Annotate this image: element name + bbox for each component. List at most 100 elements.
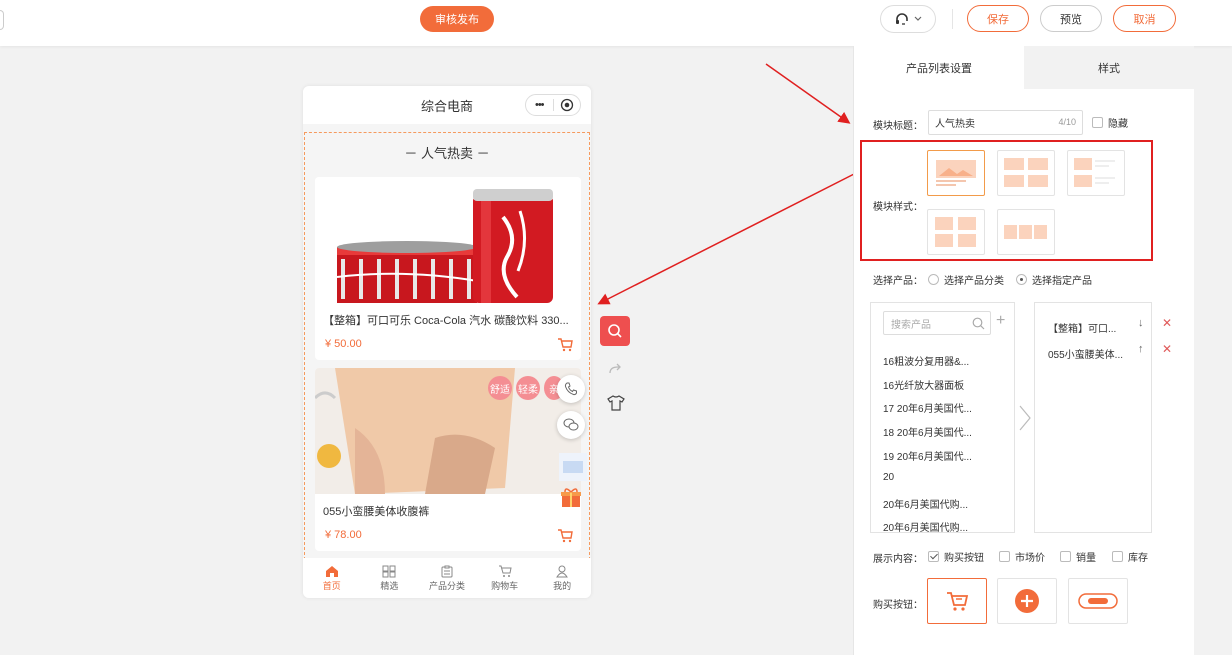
- radio-select-category[interactable]: 选择产品分类: [928, 272, 1004, 287]
- add-icon[interactable]: +: [996, 311, 1005, 331]
- display-option-market-price[interactable]: 市场价: [999, 549, 1045, 564]
- tab-product-list-settings[interactable]: 产品列表设置: [854, 46, 1024, 89]
- style-option-single[interactable]: [927, 150, 985, 196]
- module-title-label: 模块标题：: [873, 121, 923, 132]
- style-option-triple[interactable]: [997, 209, 1055, 255]
- hide-checkbox-box[interactable]: [1092, 117, 1103, 128]
- tab-mine[interactable]: 我的: [533, 558, 591, 598]
- tab-label: 首页: [322, 580, 341, 591]
- headset-icon: [896, 13, 908, 25]
- product-list-item[interactable]: 20年6月美国代购...: [883, 496, 968, 511]
- home-icon: [325, 565, 338, 577]
- selected-item[interactable]: 【整箱】可口...: [1048, 320, 1116, 335]
- cart-icon: [947, 592, 969, 611]
- collapse-handle[interactable]: [0, 10, 4, 30]
- gift-icon: [561, 488, 581, 507]
- product-list-item[interactable]: 20: [883, 472, 894, 483]
- display-content-label: 展示内容：: [873, 554, 923, 565]
- checkbox[interactable]: [1060, 551, 1071, 562]
- tab-style[interactable]: 样式: [1024, 46, 1194, 89]
- product-source-list[interactable]: 搜索产品 + 16粗波分复用器&... 16光纤放大器面板 17 20年6月美国…: [870, 302, 1015, 533]
- pill-button-icon: [1078, 593, 1118, 609]
- phone-icon: [564, 382, 577, 396]
- tab-home[interactable]: 首页: [303, 558, 361, 598]
- arrow-to-preview: [597, 171, 859, 305]
- product-list-module[interactable]: － 人气热卖 － 【整箱】可口可乐 Coca-Cola 汽水 碳酸饮料 330.…: [304, 132, 590, 560]
- phone-call-button[interactable]: [557, 375, 585, 403]
- mini-program-capsule[interactable]: •••: [525, 94, 581, 116]
- tab-featured[interactable]: 精选: [361, 558, 419, 598]
- add-to-cart-icon[interactable]: [557, 337, 573, 355]
- style-option-mixed[interactable]: [927, 209, 985, 255]
- move-down-icon[interactable]: ↓: [1138, 317, 1144, 329]
- product-list-item[interactable]: 16光纤放大器面板: [883, 377, 964, 392]
- buy-style-pill[interactable]: [1068, 578, 1128, 624]
- tab-category[interactable]: 产品分类: [418, 558, 476, 598]
- tab-cart[interactable]: 购物车: [476, 558, 534, 598]
- display-option-sales[interactable]: 销量: [1060, 549, 1096, 564]
- redo-button[interactable]: [607, 362, 623, 379]
- cancel-button[interactable]: 取消: [1113, 5, 1176, 32]
- wechat-button[interactable]: [557, 411, 585, 439]
- layout-single-icon: [936, 160, 976, 186]
- close-target-icon[interactable]: [554, 98, 581, 112]
- preview-button[interactable]: 预览: [1040, 5, 1102, 32]
- product-list-item[interactable]: 20年6月美国代购...: [883, 519, 968, 532]
- save-button[interactable]: 保存: [967, 5, 1029, 32]
- product-card[interactable]: 【整箱】可口可乐 Coca-Cola 汽水 碳酸饮料 330... ¥ 50.0…: [315, 177, 581, 360]
- user-icon: [556, 565, 569, 577]
- more-icon[interactable]: •••: [526, 99, 553, 111]
- product-list-item[interactable]: 17 20年6月美国代...: [883, 400, 972, 415]
- tab-label: 购物车: [491, 580, 519, 591]
- checkbox[interactable]: [1112, 551, 1123, 562]
- radio-label: 选择指定产品: [1032, 276, 1092, 287]
- customer-service-button[interactable]: [880, 5, 936, 33]
- buy-style-plus[interactable]: [997, 578, 1057, 624]
- select-product-label: 选择产品：: [873, 276, 923, 287]
- shirt-icon: [607, 395, 625, 411]
- display-option-buy-button[interactable]: 购买按钮: [928, 549, 984, 564]
- search-icon: [972, 317, 985, 330]
- tab-label: 产品分类: [428, 580, 465, 591]
- radio-circle[interactable]: [1016, 274, 1027, 285]
- radio-select-specific[interactable]: 选择指定产品: [1016, 272, 1092, 287]
- display-option-stock[interactable]: 库存: [1112, 549, 1148, 564]
- remove-icon[interactable]: ✕: [1162, 342, 1172, 356]
- phone-tab-bar: 首页 精选 产品分类 购物车 我的: [303, 558, 591, 598]
- module-title-input[interactable]: 人气热卖 4/10: [928, 110, 1083, 135]
- transfer-arrow-icon[interactable]: [1018, 404, 1032, 435]
- buy-style-cart[interactable]: [927, 578, 987, 624]
- product-list-item[interactable]: 18 20年6月美国代...: [883, 424, 972, 439]
- component-search-tool[interactable]: [600, 316, 630, 346]
- hide-checkbox[interactable]: 隐藏: [1092, 115, 1128, 130]
- radio-circle[interactable]: [928, 274, 939, 285]
- qr-code-button[interactable]: [559, 453, 587, 481]
- checkbox[interactable]: [928, 551, 939, 562]
- product-search-input[interactable]: 搜索产品: [883, 311, 991, 335]
- remove-icon[interactable]: ✕: [1162, 316, 1172, 330]
- checkbox[interactable]: [999, 551, 1010, 562]
- product-image-coke: [315, 177, 581, 303]
- gift-button[interactable]: [557, 483, 585, 511]
- style-option-double[interactable]: [997, 150, 1055, 196]
- phone-title: 综合电商: [420, 98, 473, 114]
- module-title: － 人气热卖 －: [404, 146, 490, 161]
- selected-item[interactable]: 055小蛮腰美体...: [1048, 346, 1123, 361]
- theme-button[interactable]: [607, 395, 625, 414]
- layout-triple-icon: [1004, 225, 1047, 239]
- publish-button[interactable]: 审核发布: [420, 6, 494, 32]
- selected-item-name: 【整箱】可口...: [1048, 324, 1117, 335]
- top-toolbar: 审核发布 保存 预览 取消: [0, 0, 1232, 46]
- product-list-item[interactable]: 16粗波分复用器&...: [883, 353, 969, 368]
- arrow-to-title-field: [765, 63, 851, 124]
- product-list-item[interactable]: 19 20年6月美国代...: [883, 448, 972, 463]
- option-label: 市场价: [1015, 553, 1045, 564]
- product-tag: 舒适: [488, 376, 512, 400]
- move-up-icon[interactable]: ↑: [1138, 343, 1144, 355]
- plus-circle-icon: [1015, 589, 1039, 613]
- add-to-cart-icon[interactable]: [557, 528, 573, 546]
- selected-product-list[interactable]: 【整箱】可口... ↓ ✕ 055小蛮腰美体... ↑ ✕: [1034, 302, 1172, 533]
- product-card[interactable]: 舒适 轻柔 亲 055小蛮腰美体收腹裤 ¥ 78.00: [315, 368, 581, 551]
- char-count: 4/10: [1058, 117, 1076, 127]
- style-option-list[interactable]: [1067, 150, 1125, 196]
